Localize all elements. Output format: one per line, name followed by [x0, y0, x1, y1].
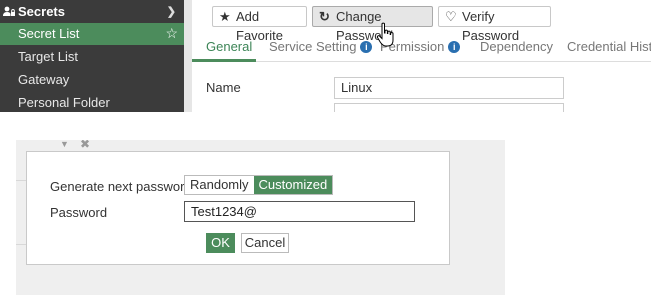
secret-detail-panel: Secrets ❯ Secret List ☆ Target List Gate… — [0, 0, 651, 112]
refresh-icon: ↻ — [319, 9, 330, 24]
sidebar-item-secret-list[interactable]: Secret List ☆ — [0, 23, 184, 45]
sidebar-item-label: Secret List — [18, 26, 80, 41]
star-icon: ★ — [219, 9, 231, 24]
sidebar: Secrets ❯ Secret List ☆ Target List Gate… — [0, 0, 184, 112]
name-field[interactable]: Linux — [334, 77, 564, 99]
cancel-button[interactable]: Cancel — [241, 233, 289, 253]
info-icon: i — [448, 41, 461, 53]
sidebar-item-personal-folder[interactable]: Personal Folder — [0, 92, 184, 112]
users-lock-icon — [3, 6, 15, 16]
generate-mode-toggle: Randomly Customized — [184, 175, 334, 195]
star-outline-icon[interactable]: ☆ — [165, 25, 178, 42]
sidebar-divider — [184, 0, 192, 112]
password-input[interactable]: Test1234@ — [184, 201, 415, 222]
change-password-dialog-overlay: ▼ ✖ Generate next password Randomly Cust… — [16, 140, 505, 295]
info-icon: i — [360, 41, 373, 53]
sidebar-header-label: Secrets — [18, 4, 65, 19]
option-randomly[interactable]: Randomly — [185, 176, 254, 194]
sidebar-item-label: Target List — [18, 49, 78, 64]
detail-tabs: General Service Setting i Permission i Dep… — [192, 34, 651, 62]
change-password-button[interactable]: ↻ Change Password — [312, 6, 433, 43]
tab-label: General — [206, 39, 253, 54]
ok-button[interactable]: OK — [206, 233, 235, 253]
name-label: Name — [206, 80, 241, 95]
active-tab-indicator — [192, 59, 256, 62]
sidebar-item-label: Gateway — [18, 72, 70, 87]
tab-general[interactable]: General — [206, 39, 252, 54]
verify-password-button[interactable]: ♡ Verify Password — [438, 6, 551, 43]
option-customized[interactable]: Customized — [253, 176, 333, 194]
background-chevron-down-icon: ▼ — [60, 140, 69, 149]
change-password-dialog: Generate next password Randomly Customiz… — [26, 151, 450, 265]
hand-pointer-cursor-icon — [376, 22, 394, 47]
sidebar-item-target-list[interactable]: Target List — [0, 46, 184, 68]
chevron-down-icon: ❯ — [166, 6, 176, 18]
background-divider — [16, 244, 26, 245]
tab-credential-history[interactable]: Credential Hist — [567, 39, 651, 54]
sidebar-header-secrets[interactable]: Secrets ❯ — [0, 0, 184, 23]
tab-label: Dependency — [480, 39, 553, 54]
background-divider — [16, 180, 26, 181]
sidebar-item-gateway[interactable]: Gateway — [0, 69, 184, 91]
tab-dependency[interactable]: Dependency — [480, 39, 553, 54]
password-label: Password — [50, 205, 108, 220]
secondary-field[interactable] — [334, 103, 564, 112]
tab-label: Service Setting — [269, 39, 357, 54]
background-close-icon: ✖ — [80, 140, 91, 151]
generate-next-password-label: Generate next password — [50, 179, 192, 194]
sidebar-item-label: Personal Folder — [18, 95, 110, 110]
tab-label: Credential Hist — [567, 39, 651, 54]
heartbeat-icon: ♡ — [445, 9, 457, 24]
tab-service-setting[interactable]: Service Setting i — [269, 39, 373, 54]
add-favorite-button[interactable]: ★ Add Favorite — [212, 6, 307, 43]
